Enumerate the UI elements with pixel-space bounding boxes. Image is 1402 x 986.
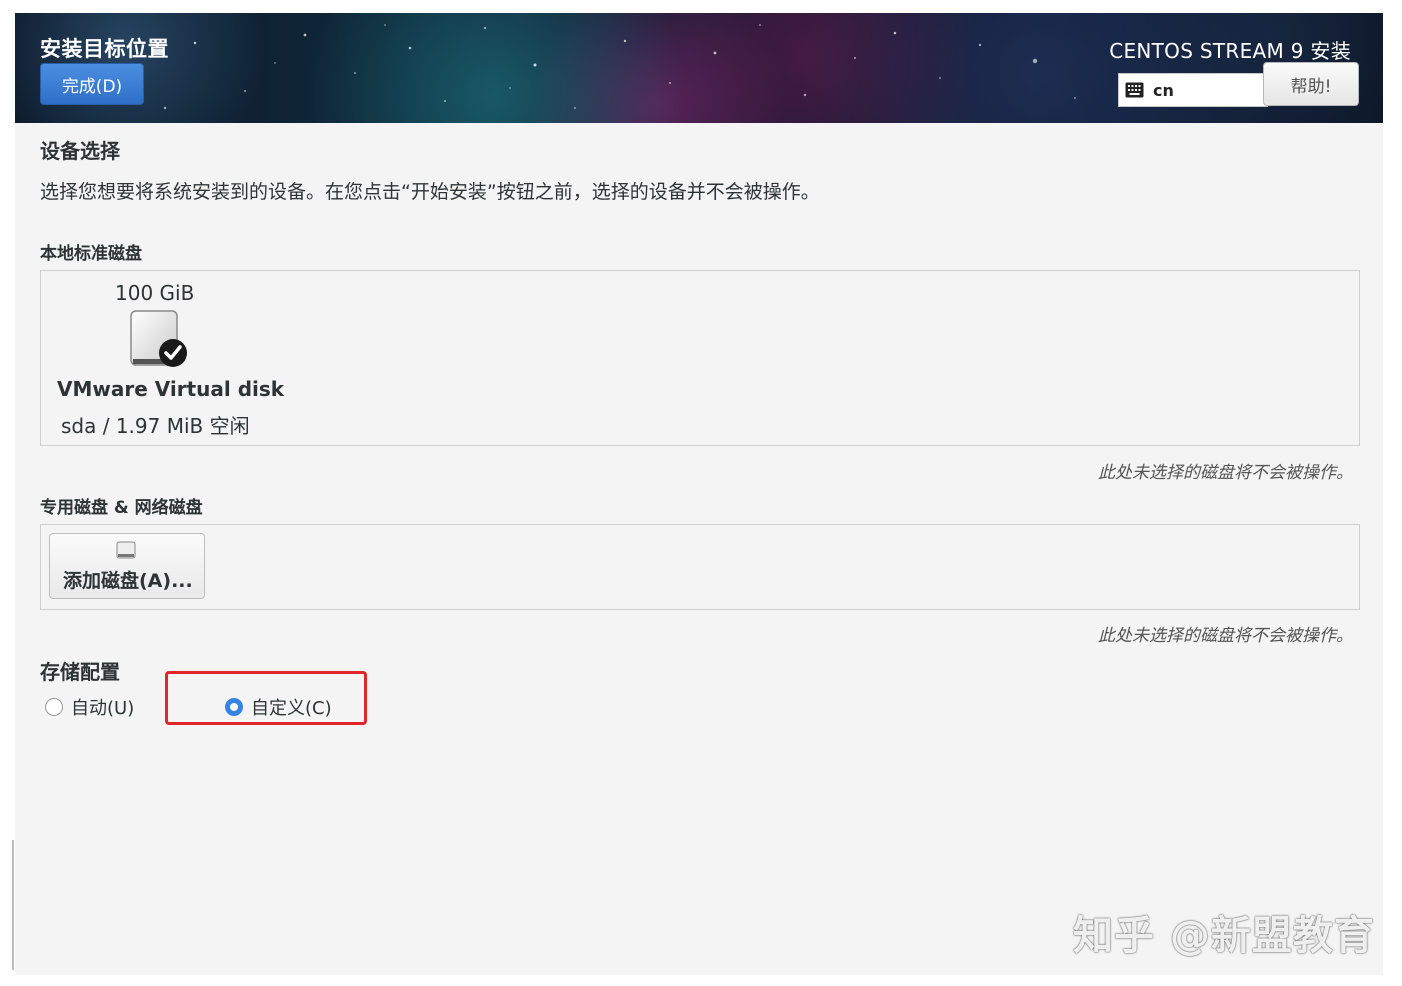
annotation-highlight-box [165,671,367,725]
local-disks-note: 此处未选择的磁盘将不会被操作。 [1098,463,1353,483]
done-button[interactable]: 完成(D) [40,63,144,105]
radio-automatic[interactable]: 自动(U) [45,694,134,720]
specialized-disks-panel [40,524,1360,610]
device-selection-title: 设备选择 [40,139,120,163]
product-title: CENTOS STREAM 9 安装 [1109,39,1351,63]
disk-name: VMware Virtual disk [57,377,285,401]
disk-size: 100 GiB [115,281,195,305]
radio-automatic-label: 自动(U) [71,698,135,719]
keyboard-layout-indicator[interactable]: cn [1118,73,1268,107]
device-selection-intro: 选择您想要将系统安装到的设备。在您点击“开始安装”按钮之前，选择的设备并不会被操… [40,181,820,203]
local-disks-title: 本地标准磁盘 [40,244,142,264]
page-title: 安装目标位置 [40,37,169,61]
help-button[interactable]: 帮助! [1263,62,1359,106]
keyboard-layout-label: cn [1153,80,1174,100]
header-bar: 安装目标位置 完成(D) CENTOS STREAM 9 安装 cn 帮助! [15,13,1383,123]
disk-icon [116,541,136,559]
installer-window: 安装目标位置 完成(D) CENTOS STREAM 9 安装 cn 帮助! 设… [15,13,1383,975]
add-disk-label: 添加磁盘(A)... [63,570,193,592]
specialized-disks-title: 专用磁盘 & 网络磁盘 [40,498,203,518]
radio-unchecked-icon [45,698,63,716]
window-edge [12,840,14,970]
disk-detail: sda / 1.97 MiB 空闲 [61,414,250,438]
keyboard-icon [1125,82,1144,98]
add-disk-button[interactable]: 添加磁盘(A)... [49,533,205,599]
watermark: 知乎 @新盟教育 [1073,913,1375,959]
hard-disk-checked-icon [129,309,191,371]
specialized-disks-note: 此处未选择的磁盘将不会被操作。 [1098,626,1353,646]
storage-config-title: 存储配置 [40,660,120,684]
